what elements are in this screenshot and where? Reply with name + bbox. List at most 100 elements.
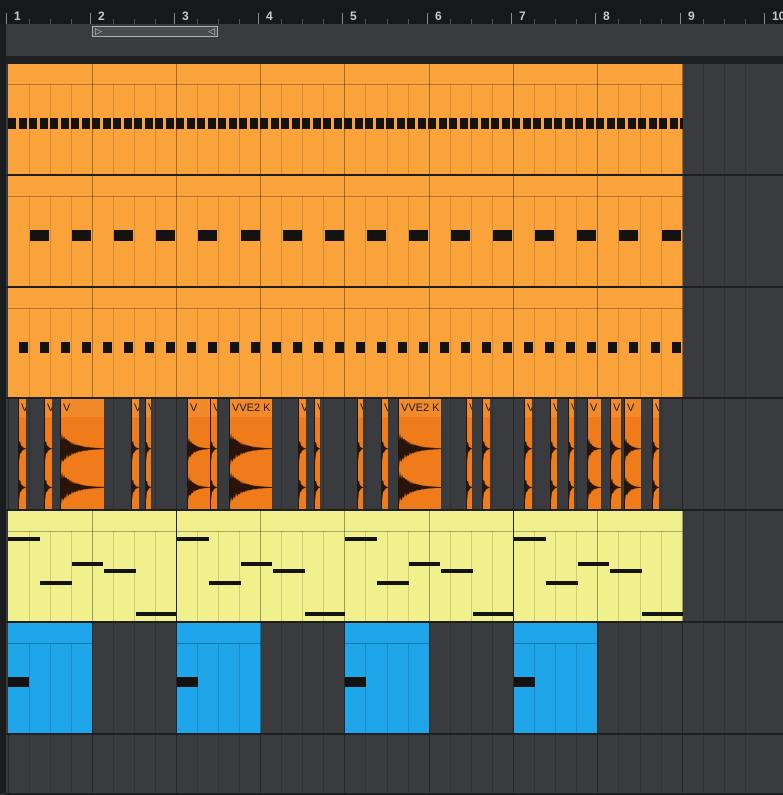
loop-brace[interactable]: ▷ ◁ <box>92 26 218 37</box>
waveform <box>299 440 306 501</box>
bass-clip-2[interactable] <box>177 623 261 733</box>
loop-end-icon[interactable]: ◁ <box>208 27 215 36</box>
midi-note <box>114 230 134 241</box>
bass-clip-3[interactable] <box>345 623 429 733</box>
audio-clip[interactable]: V <box>482 399 490 509</box>
audio-clip[interactable]: V <box>624 399 641 509</box>
bar-number-10[interactable]: 10 <box>772 10 783 22</box>
clip-grid-line <box>92 176 93 286</box>
audio-clip[interactable]: V <box>357 399 363 509</box>
midi-note <box>271 342 281 353</box>
clip-header <box>345 623 429 644</box>
audio-clip[interactable]: V <box>18 399 26 509</box>
grid-line <box>703 399 704 509</box>
audio-clip[interactable]: V <box>587 399 601 509</box>
clip-grid-line <box>534 196 535 286</box>
audio-clip[interactable]: V <box>568 399 574 509</box>
bar-number-2[interactable]: 2 <box>98 10 105 22</box>
bar-number-3[interactable]: 3 <box>182 10 189 22</box>
grid-line <box>155 623 156 733</box>
midi-note <box>659 118 667 129</box>
clip-grid-line <box>113 308 114 397</box>
audio-clip[interactable]: V <box>314 399 320 509</box>
bar-ruler[interactable]: 1 2 3 4 5 6 7 8 9 10 <box>0 0 783 24</box>
bass-clip-4[interactable] <box>514 623 597 733</box>
clip-grid-line <box>218 531 219 621</box>
audio-clip[interactable]: V <box>145 399 151 509</box>
clip-header <box>8 64 683 85</box>
audio-clip[interactable]: V <box>466 399 472 509</box>
arrangement-view[interactable]: VVVVVE2 KVVVVVVE2 KVVVVVVE2 KVVVVVVVVV <box>6 64 783 795</box>
drum-clip-3[interactable] <box>8 288 683 397</box>
clip-grid-line <box>597 176 598 286</box>
audio-clip[interactable]: V <box>187 399 210 509</box>
drum-clip-1[interactable] <box>8 64 683 174</box>
waveform <box>525 440 532 501</box>
melody-clip-2[interactable] <box>177 511 345 621</box>
audio-clip[interactable]: V <box>652 399 659 509</box>
grid-line <box>281 399 282 509</box>
clip-grid-line <box>555 308 556 397</box>
midi-note <box>514 537 546 541</box>
track-lane-4[interactable] <box>6 399 783 509</box>
melody-clip-4[interactable] <box>514 511 683 621</box>
clip-grid-line <box>71 531 72 621</box>
melody-clip-1[interactable] <box>8 511 176 621</box>
clip-grid-line <box>134 196 135 286</box>
bar-number-8[interactable]: 8 <box>603 10 610 22</box>
audio-clip[interactable]: VVE2 K <box>229 399 272 509</box>
drum-clip-2[interactable] <box>8 176 683 286</box>
audio-clip-label: VVE2 K <box>232 402 271 414</box>
audio-clip-label: V <box>627 402 635 414</box>
clip-grid-line <box>450 531 451 621</box>
melody-clip-3[interactable] <box>345 511 513 621</box>
midi-note <box>228 118 237 129</box>
clip-grid-line <box>197 308 198 397</box>
audio-clip[interactable]: V <box>298 399 306 509</box>
midi-note <box>629 342 639 353</box>
bass-clip-1[interactable] <box>8 623 92 733</box>
bar-number-6[interactable]: 6 <box>435 10 442 22</box>
clip-grid-line <box>29 308 30 397</box>
bar-tick <box>595 13 596 24</box>
clip-grid-line <box>302 531 303 621</box>
bar-number-9[interactable]: 9 <box>688 10 695 22</box>
grid-line <box>323 623 324 733</box>
waveform <box>569 442 574 501</box>
grid-line <box>260 735 261 793</box>
clip-grid-line <box>302 84 303 174</box>
clip-grid-line <box>660 84 662 174</box>
midi-note <box>377 581 409 585</box>
grid-line <box>8 399 9 509</box>
loop-start-icon[interactable]: ▷ <box>95 27 102 36</box>
grid-line <box>555 735 556 793</box>
audio-clip[interactable]: V <box>524 399 532 509</box>
midi-note <box>397 342 407 353</box>
bar-number-1[interactable]: 1 <box>14 10 21 22</box>
clip-grid-line <box>534 84 535 174</box>
waveform <box>399 433 441 505</box>
audio-clip[interactable]: VVE2 K <box>131 399 139 509</box>
audio-clip[interactable]: VVE2 K <box>398 399 441 509</box>
grid-line <box>639 623 641 733</box>
clip-grid-line <box>534 643 535 733</box>
track-lane-7[interactable] <box>6 735 783 793</box>
bar-number-7[interactable]: 7 <box>519 10 526 22</box>
midi-note <box>608 342 618 353</box>
bar-number-4[interactable]: 4 <box>266 10 273 22</box>
grid-line <box>682 735 683 793</box>
bar-number-5[interactable]: 5 <box>350 10 357 22</box>
midi-note <box>281 118 289 129</box>
audio-clip[interactable]: V <box>44 399 52 509</box>
audio-clip[interactable]: V <box>550 399 557 509</box>
audio-clip[interactable]: V <box>610 399 621 509</box>
audio-clip[interactable]: VV <box>210 399 217 509</box>
clip-header <box>177 511 345 532</box>
grid-line <box>745 64 746 174</box>
audio-clip[interactable]: V <box>381 399 388 509</box>
clip-grid-line <box>302 196 303 286</box>
midi-note <box>345 537 377 541</box>
midi-note <box>344 118 352 129</box>
audio-clip[interactable]: V <box>60 399 104 509</box>
clip-grid-line <box>176 176 177 286</box>
